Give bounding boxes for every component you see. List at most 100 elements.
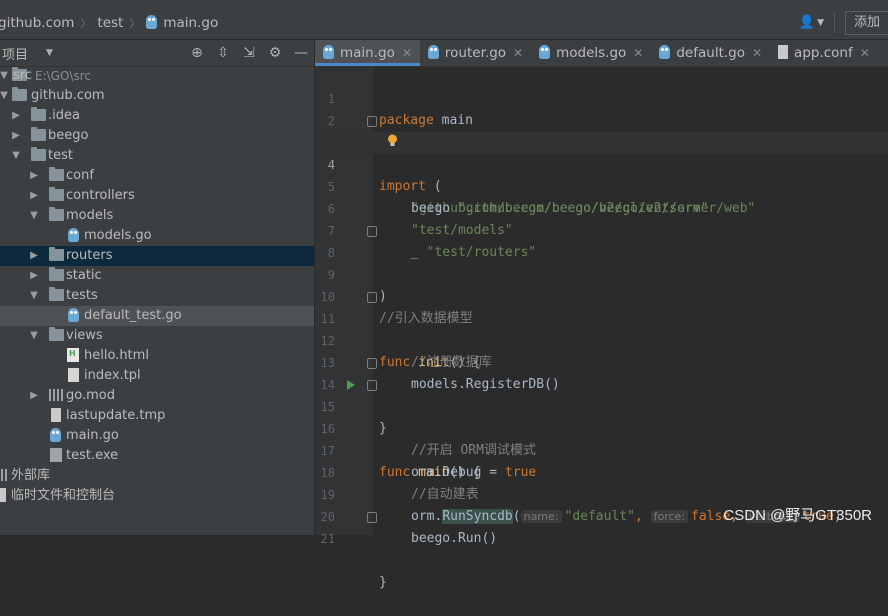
close-icon[interactable]: ✕ [402, 46, 412, 60]
code-line-3: 3 import ( [315, 110, 888, 194]
chevron-down-icon: ▼ [12, 150, 20, 161]
hide-panel-icon[interactable]: — [288, 45, 314, 61]
executable-file-icon [50, 448, 62, 463]
scratch-icon [0, 488, 6, 503]
settings-gear-icon[interactable]: ⚙ [262, 45, 288, 61]
tree-item-src[interactable]: ▼ src E:\GO\src [0, 66, 314, 86]
code-area[interactable]: 1 package main 2 3 import ( 4 "github.co… [315, 66, 888, 590]
tab-router-go[interactable]: router.go ✕ [420, 40, 531, 66]
tree-item-label: main.go [66, 428, 119, 443]
tree-item-test-exe[interactable]: test.exe [0, 446, 314, 466]
tab-label: default.go [676, 45, 745, 61]
folder-icon [12, 87, 27, 101]
fold-icon[interactable] [367, 512, 377, 523]
tree-item-default-test-go[interactable]: default_test.go [0, 306, 314, 326]
expand-all-icon[interactable]: ⇳ [210, 45, 236, 61]
divider [833, 12, 835, 33]
code-line-19: 19 orm.RunSyncdb(name: "default", force: f… [315, 462, 888, 524]
fold-icon[interactable] [367, 358, 377, 369]
tree-item-label: .idea [48, 108, 80, 123]
code-line-17: 17 orm.Debug = true [315, 418, 888, 480]
tree-item-scratches[interactable]: 临时文件和控制台 [0, 486, 314, 506]
code-line-10: 10 //引入数据模型 [315, 264, 888, 326]
tree-item-lastupdate-tmp[interactable]: lastupdate.tmp [0, 406, 314, 426]
tree-item-go-mod[interactable]: ▶ go.mod [0, 386, 314, 406]
tree-item-models-go[interactable]: models.go [0, 226, 314, 246]
config-file-icon [778, 45, 789, 59]
project-tree: ▼ src E:\GO\src ▼ github.com ▶ .idea ▶ b… [0, 66, 314, 506]
tree-item-tests[interactable]: ▼ tests [0, 286, 314, 306]
close-icon[interactable]: ✕ [860, 46, 870, 60]
fold-icon[interactable] [367, 380, 377, 391]
chevron-right-icon: ▶ [30, 190, 38, 201]
tree-item-label: index.tpl [84, 368, 141, 383]
tab-default-go[interactable]: default.go ✕ [651, 40, 770, 66]
run-icon[interactable] [347, 380, 355, 390]
project-panel-title[interactable]: 项目 [2, 44, 28, 63]
locate-icon[interactable]: ⊕ [184, 45, 210, 61]
editor-tabs: main.go ✕ router.go ✕ models.go ✕ defaul… [315, 40, 888, 67]
go-module-icon [49, 389, 63, 401]
tab-main-go[interactable]: main.go ✕ [315, 40, 420, 66]
tree-item-hello-html[interactable]: hello.html [0, 346, 314, 366]
tree-item-label: hello.html [84, 348, 149, 363]
code-editor: main.go ✕ router.go ✕ models.go ✕ defaul… [315, 40, 888, 590]
fold-icon[interactable] [367, 116, 377, 127]
tree-item-index-tpl[interactable]: index.tpl [0, 366, 314, 386]
chevron-down-icon: ▼ [0, 70, 8, 81]
close-icon[interactable]: ✕ [513, 46, 523, 60]
tab-label: router.go [444, 45, 507, 61]
tree-item-routers[interactable]: ▶ routers [0, 246, 314, 266]
project-panel: 项目 ▼ ⊕ ⇳ ⇲ ⚙ — ▼ src E:\GO\src ▼ github.… [0, 40, 314, 535]
tree-item-conf[interactable]: ▶ conf [0, 166, 314, 186]
code-line-7: 7 _ "test/routers" [315, 198, 888, 260]
go-file-icon [323, 45, 334, 59]
chevron-right-icon: ▶ [30, 270, 38, 281]
go-test-file-icon [68, 308, 79, 323]
folder-icon [49, 167, 64, 181]
tree-item-views[interactable]: ▼ views [0, 326, 314, 346]
tree-item-models[interactable]: ▼ models [0, 206, 314, 226]
tree-item-external-libraries[interactable]: 外部库 [0, 466, 314, 486]
tree-item-main-go[interactable]: main.go [0, 426, 314, 446]
tree-item-label: routers [66, 248, 113, 263]
tree-item-controllers[interactable]: ▶ controllers [0, 186, 314, 206]
add-configuration-button[interactable]: 添加 [844, 10, 888, 35]
breadcrumb-root[interactable]: github.com [0, 15, 74, 31]
tab-label: models.go [556, 45, 627, 61]
code-line-12: 12 //注册数据库 [315, 308, 888, 370]
tab-models-go[interactable]: models.go ✕ [531, 40, 651, 66]
folder-icon [31, 127, 46, 141]
go-file-icon [539, 45, 551, 59]
code-line-4: 4 "github.com/beego/beego/v2/client/orm" [315, 132, 888, 216]
collapse-all-icon[interactable]: ⇲ [236, 45, 262, 61]
lightbulb-icon[interactable] [387, 134, 398, 147]
tree-item-test[interactable]: ▼ test [0, 146, 314, 166]
tree-item-static[interactable]: ▶ static [0, 266, 314, 286]
close-icon[interactable]: ✕ [633, 46, 643, 60]
user-menu-button[interactable]: 👤 ▼ [799, 15, 824, 30]
tree-item-beego[interactable]: ▶ beego [0, 126, 314, 146]
line-number: 21 [320, 532, 335, 546]
tree-item-label: beego [48, 128, 89, 143]
tab-label: app.conf [794, 45, 853, 61]
tree-item-label: default_test.go [84, 308, 182, 323]
chevron-right-icon: ▶ [30, 250, 38, 261]
tab-app-conf[interactable]: app.conf ✕ [770, 40, 878, 66]
tree-item-github-com[interactable]: ▼ github.com [0, 86, 314, 106]
folder-icon [49, 287, 64, 301]
tree-item-label: test [48, 148, 73, 163]
go-file-icon [427, 45, 439, 59]
tree-item-idea[interactable]: ▶ .idea [0, 106, 314, 126]
tree-item-label: 临时文件和控制台 [11, 488, 116, 503]
chevron-down-icon[interactable]: ▼ [46, 48, 53, 58]
folder-icon [49, 267, 64, 281]
fold-icon[interactable] [367, 226, 377, 237]
library-icon [0, 469, 7, 481]
fold-icon[interactable] [367, 292, 377, 303]
tree-item-label: src [13, 68, 32, 83]
breadcrumb-folder[interactable]: test [97, 15, 123, 31]
code-line-18: 18 //自动建表 [315, 440, 888, 502]
close-icon[interactable]: ✕ [752, 46, 762, 60]
breadcrumb-file[interactable]: main.go [163, 15, 218, 31]
